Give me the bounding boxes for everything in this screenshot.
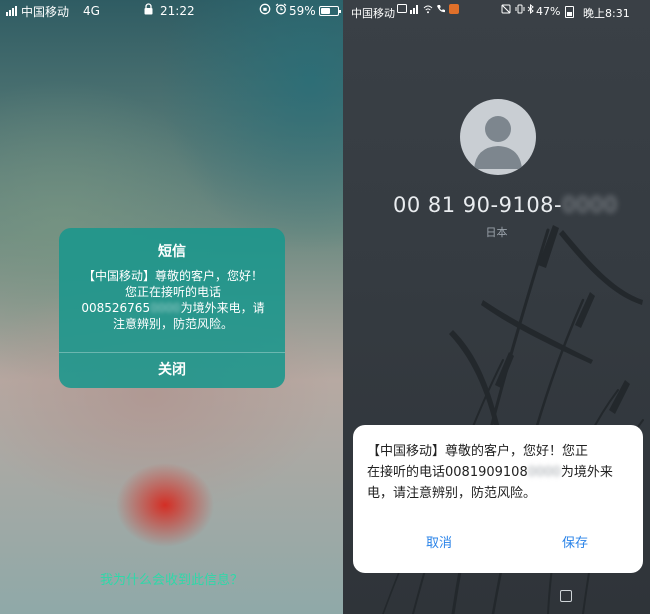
message-line: 电，请注意辨别，防范风险。 xyxy=(367,486,537,501)
network-type: 4G xyxy=(83,4,100,18)
right-phone-screen: 中国移动 47% 晚上8:31 00 81 90-9108-0000 日本 【中… xyxy=(343,0,650,614)
phone-number-masked: 0000 xyxy=(150,301,181,315)
message-line: 注意辨别，防范风险。 xyxy=(112,317,233,331)
status-bar: 中国移动 47% 晚上8:31 xyxy=(343,0,650,22)
save-button[interactable]: 保存 xyxy=(562,532,588,551)
caller-number: 00 81 90-9108-0000 xyxy=(393,193,618,217)
why-received-link[interactable]: 我为什么会收到此信息？ xyxy=(0,569,343,588)
message-line: 您正在接听的电话 xyxy=(124,285,221,299)
dialog-title: 短信 xyxy=(158,244,186,260)
dialog-message: 【中国移动】尊敬的客户，您好！ 您正在接听的电话 0085267650000为境… xyxy=(71,268,275,332)
cancel-button[interactable]: 取消 xyxy=(426,532,452,551)
message-line: 【中国移动】尊敬的客户，您好！您正 xyxy=(367,444,589,459)
vibrate-icon xyxy=(515,4,525,17)
recent-apps-icon[interactable] xyxy=(560,590,572,602)
caller-number-visible: 00 81 90-9108- xyxy=(393,193,563,217)
dialog-message: 【中国移动】尊敬的客户，您好！您正 在接听的电话00819091080000为境… xyxy=(367,441,629,504)
caller-number-masked: 0000 xyxy=(562,193,618,217)
rotation-lock-icon xyxy=(259,3,271,18)
hd-icon xyxy=(397,4,407,16)
lock-icon xyxy=(144,3,153,18)
status-bar: 中国移动 4G 21:22 59% xyxy=(0,0,343,22)
battery-percent: 59% xyxy=(289,4,316,18)
bluetooth-icon xyxy=(527,3,534,17)
message-suffix: 为境外来电，请 xyxy=(180,301,265,315)
status-time: 21:22 xyxy=(160,4,195,18)
signal-bars-icon xyxy=(410,4,420,17)
left-phone-screen: 中国移动 4G 21:22 59% 短信 【中国移动】尊敬的客户，您好！ 您正在… xyxy=(0,0,343,614)
message-line: 【中国移动】尊敬的客户，您好！ xyxy=(82,269,263,283)
carrier-name: 中国移动 xyxy=(351,7,395,20)
phone-icon xyxy=(436,4,446,17)
app-notification-icon xyxy=(449,4,459,17)
person-avatar-icon xyxy=(460,99,536,175)
message-prefix: 在接听的电话0081909108 xyxy=(367,465,528,480)
caller-region: 日本 xyxy=(485,226,508,239)
message-line: 0085267650000为境外来电，请 xyxy=(71,300,275,316)
carrier-name: 中国移动 xyxy=(21,4,70,19)
status-time: 晚上8:31 xyxy=(583,7,630,20)
phone-number-masked: 0000 xyxy=(527,465,561,480)
sms-dialog: 短信 【中国移动】尊敬的客户，您好！ 您正在接听的电话 008526765000… xyxy=(59,228,285,388)
wifi-icon xyxy=(423,4,433,17)
mute-icon xyxy=(501,4,511,17)
battery-icon xyxy=(565,6,574,18)
battery-percent: 47% xyxy=(536,5,561,18)
signal-bars-icon xyxy=(6,6,17,16)
close-button[interactable]: 关闭 xyxy=(59,352,285,388)
message-line: 在接听的电话00819091080000为境外来 xyxy=(367,462,629,483)
alarm-icon xyxy=(275,3,287,18)
message-suffix: 为境外来 xyxy=(560,465,613,480)
battery-icon xyxy=(319,6,341,16)
warning-dialog: 【中国移动】尊敬的客户，您好！您正 在接听的电话00819091080000为境… xyxy=(353,425,643,573)
phone-number-visible: 008526765 xyxy=(81,301,151,315)
